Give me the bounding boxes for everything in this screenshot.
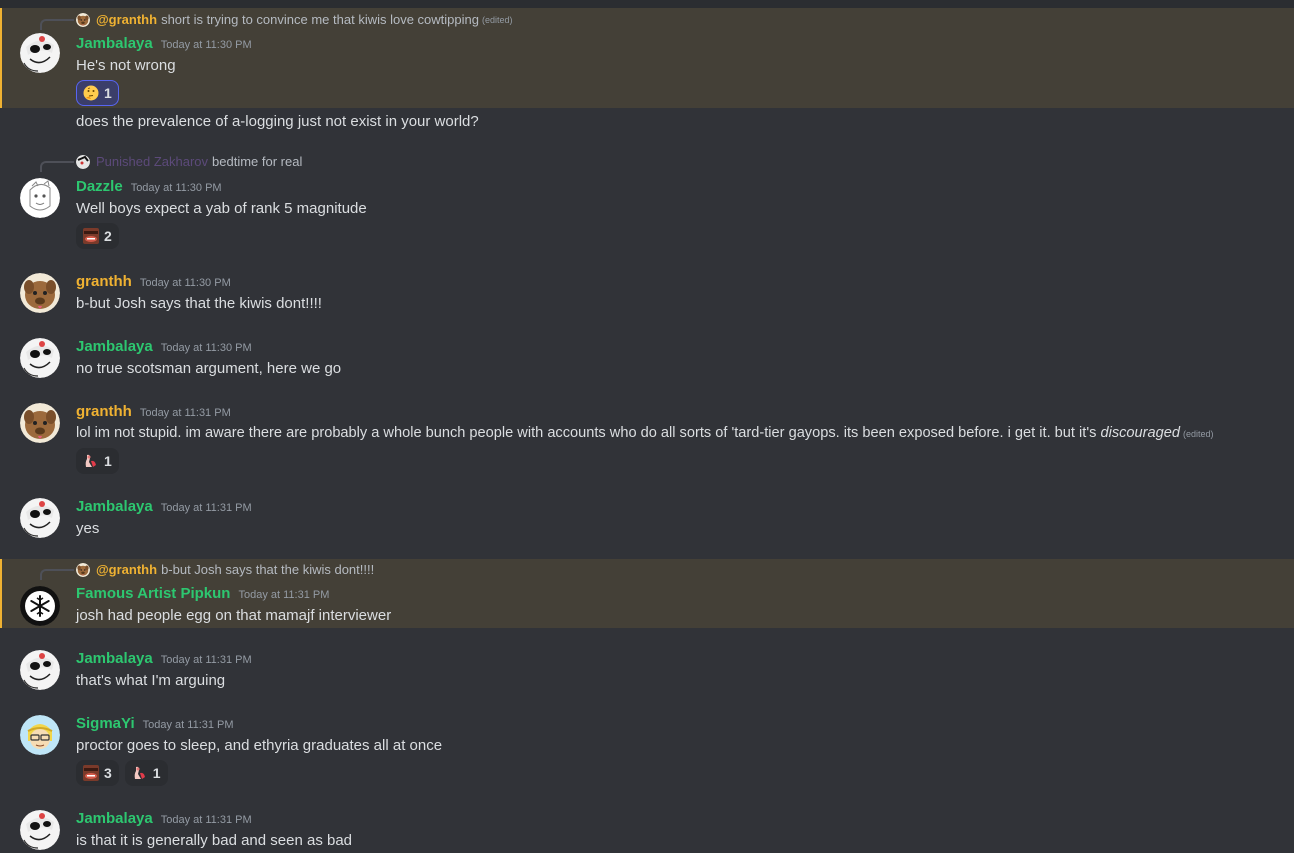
reply-text: bedtime for real — [212, 154, 303, 169]
message-text: b-but Josh says that the kiwis dont!!!! — [76, 295, 322, 312]
reactions: 2 — [76, 223, 119, 249]
reply-author[interactable]: Punished Zakharov — [96, 154, 208, 169]
reply-reference[interactable]: @granthh b-but Josh says that the kiwis … — [76, 562, 374, 577]
avatar[interactable] — [20, 178, 60, 218]
reaction-button[interactable]: 1 — [76, 80, 119, 106]
timestamp: Today at 11:30 PM — [130, 182, 222, 194]
reaction-button[interactable]: 1 — [76, 448, 119, 474]
reply-spine — [40, 569, 74, 580]
message-text: no true scotsman argument, here we go — [76, 360, 342, 377]
reactions: 3 1 — [76, 760, 168, 786]
reply-reference[interactable]: @granthh short is trying to convince me … — [76, 12, 513, 27]
message-text: Well boys expect a yab of rank 5 magnitu… — [76, 200, 367, 217]
reactions: 1 — [76, 80, 119, 106]
reaction-count: 1 — [104, 453, 112, 469]
timestamp: Today at 11:31 PM — [238, 589, 330, 601]
avatar[interactable] — [20, 33, 60, 73]
thinking-face-icon — [83, 85, 99, 101]
message-text: proctor goes to sleep, and ethyria gradu… — [76, 737, 443, 754]
reply-spine — [40, 161, 74, 172]
custom-face-emoji-icon — [83, 765, 99, 781]
message-item[interactable]: Jambalaya Today at 11:30 PM no true scots… — [0, 331, 1294, 391]
message-text: lol im not stupid. im aware there are pr… — [76, 425, 1214, 441]
timestamp: Today at 11:31 PM — [139, 407, 231, 419]
reaction-button[interactable]: 3 — [76, 760, 119, 786]
message-item[interactable]: Punished Zakharov bedtime for real Dazzl… — [0, 150, 1294, 250]
custom-pink-emoji-icon — [83, 453, 99, 469]
avatar[interactable] — [20, 810, 60, 850]
reply-avatar — [76, 155, 90, 169]
message-item[interactable]: Jambalaya Today at 11:31 PM yes — [0, 491, 1294, 551]
message-text: is that it is generally bad and seen as … — [76, 832, 353, 849]
message-item[interactable]: @granthh short is trying to convince me … — [0, 8, 1294, 108]
reaction-button[interactable]: 1 — [124, 760, 168, 786]
timestamp: Today at 11:31 PM — [160, 814, 252, 826]
reply-text: short is trying to convince me that kiwi… — [161, 12, 479, 27]
timestamp: Today at 11:30 PM — [160, 39, 252, 51]
reply-author[interactable]: @granthh — [96, 562, 157, 577]
message-text: that's what I'm arguing — [76, 672, 226, 689]
avatar[interactable] — [20, 498, 60, 538]
avatar[interactable] — [20, 403, 60, 443]
reply-avatar — [76, 563, 90, 577]
timestamp: Today at 11:30 PM — [139, 277, 231, 289]
edited-tag: (edited) — [481, 14, 513, 25]
avatar[interactable] — [20, 586, 60, 626]
username[interactable]: Jambalaya Today at 11:30 PM — [76, 338, 252, 355]
timestamp: Today at 11:31 PM — [160, 502, 252, 514]
reaction-count: 1 — [104, 85, 112, 101]
message-text: He's not wrong — [76, 57, 176, 74]
custom-pink-emoji-icon — [132, 765, 148, 781]
reply-author[interactable]: @granthh — [96, 12, 157, 27]
top-divider — [0, 0, 1294, 8]
reply-spine — [40, 19, 74, 30]
avatar[interactable] — [20, 273, 60, 313]
message-item[interactable]: does the prevalence of a-logging just no… — [0, 108, 1294, 138]
username[interactable]: granthh Today at 11:30 PM — [76, 273, 231, 290]
message-item[interactable]: Jambalaya Today at 11:31 PM that's what I… — [0, 643, 1294, 703]
username[interactable]: SigmaYi Today at 11:31 PM — [76, 715, 234, 732]
message-item[interactable]: granthh Today at 11:30 PM b-but Josh says… — [0, 266, 1294, 326]
message-item[interactable]: Jambalaya Today at 11:31 PM is that it is… — [0, 803, 1294, 853]
message-item[interactable]: SigmaYi Today at 11:31 PM proctor goes to… — [0, 708, 1294, 798]
avatar[interactable] — [20, 650, 60, 690]
reply-text: b-but Josh says that the kiwis dont!!!! — [161, 562, 375, 577]
message-text: does the prevalence of a-logging just no… — [76, 113, 479, 130]
reaction-count: 1 — [152, 765, 161, 781]
edited-tag: (edited) — [1182, 429, 1214, 439]
reply-avatar — [76, 13, 90, 27]
username[interactable]: Jambalaya Today at 11:30 PM — [76, 35, 252, 52]
message-text: josh had people egg on that mamajf inter… — [76, 607, 392, 624]
timestamp: Today at 11:30 PM — [160, 342, 252, 354]
username[interactable]: Famous Artist Pipkun Today at 11:31 PM — [76, 585, 329, 602]
timestamp: Today at 11:31 PM — [142, 719, 234, 731]
username[interactable]: Jambalaya Today at 11:31 PM — [76, 650, 252, 667]
avatar[interactable] — [20, 715, 60, 755]
username[interactable]: granthh Today at 11:31 PM — [76, 403, 231, 420]
message-text: yes — [76, 520, 100, 537]
reaction-button[interactable]: 2 — [76, 223, 119, 249]
reactions: 1 — [76, 448, 119, 474]
avatar[interactable] — [20, 338, 60, 378]
username[interactable]: Jambalaya Today at 11:31 PM — [76, 810, 252, 827]
message-item[interactable]: @granthh b-but Josh says that the kiwis … — [0, 559, 1294, 628]
custom-face-emoji-icon — [83, 228, 99, 244]
reply-reference[interactable]: Punished Zakharov bedtime for real — [76, 154, 302, 169]
username[interactable]: Dazzle Today at 11:30 PM — [76, 178, 222, 195]
reaction-count: 2 — [104, 228, 112, 244]
timestamp: Today at 11:31 PM — [160, 654, 252, 666]
username[interactable]: Jambalaya Today at 11:31 PM — [76, 498, 252, 515]
reaction-count: 3 — [104, 765, 112, 781]
message-item[interactable]: granthh Today at 11:31 PM lol im not stup… — [0, 396, 1294, 486]
